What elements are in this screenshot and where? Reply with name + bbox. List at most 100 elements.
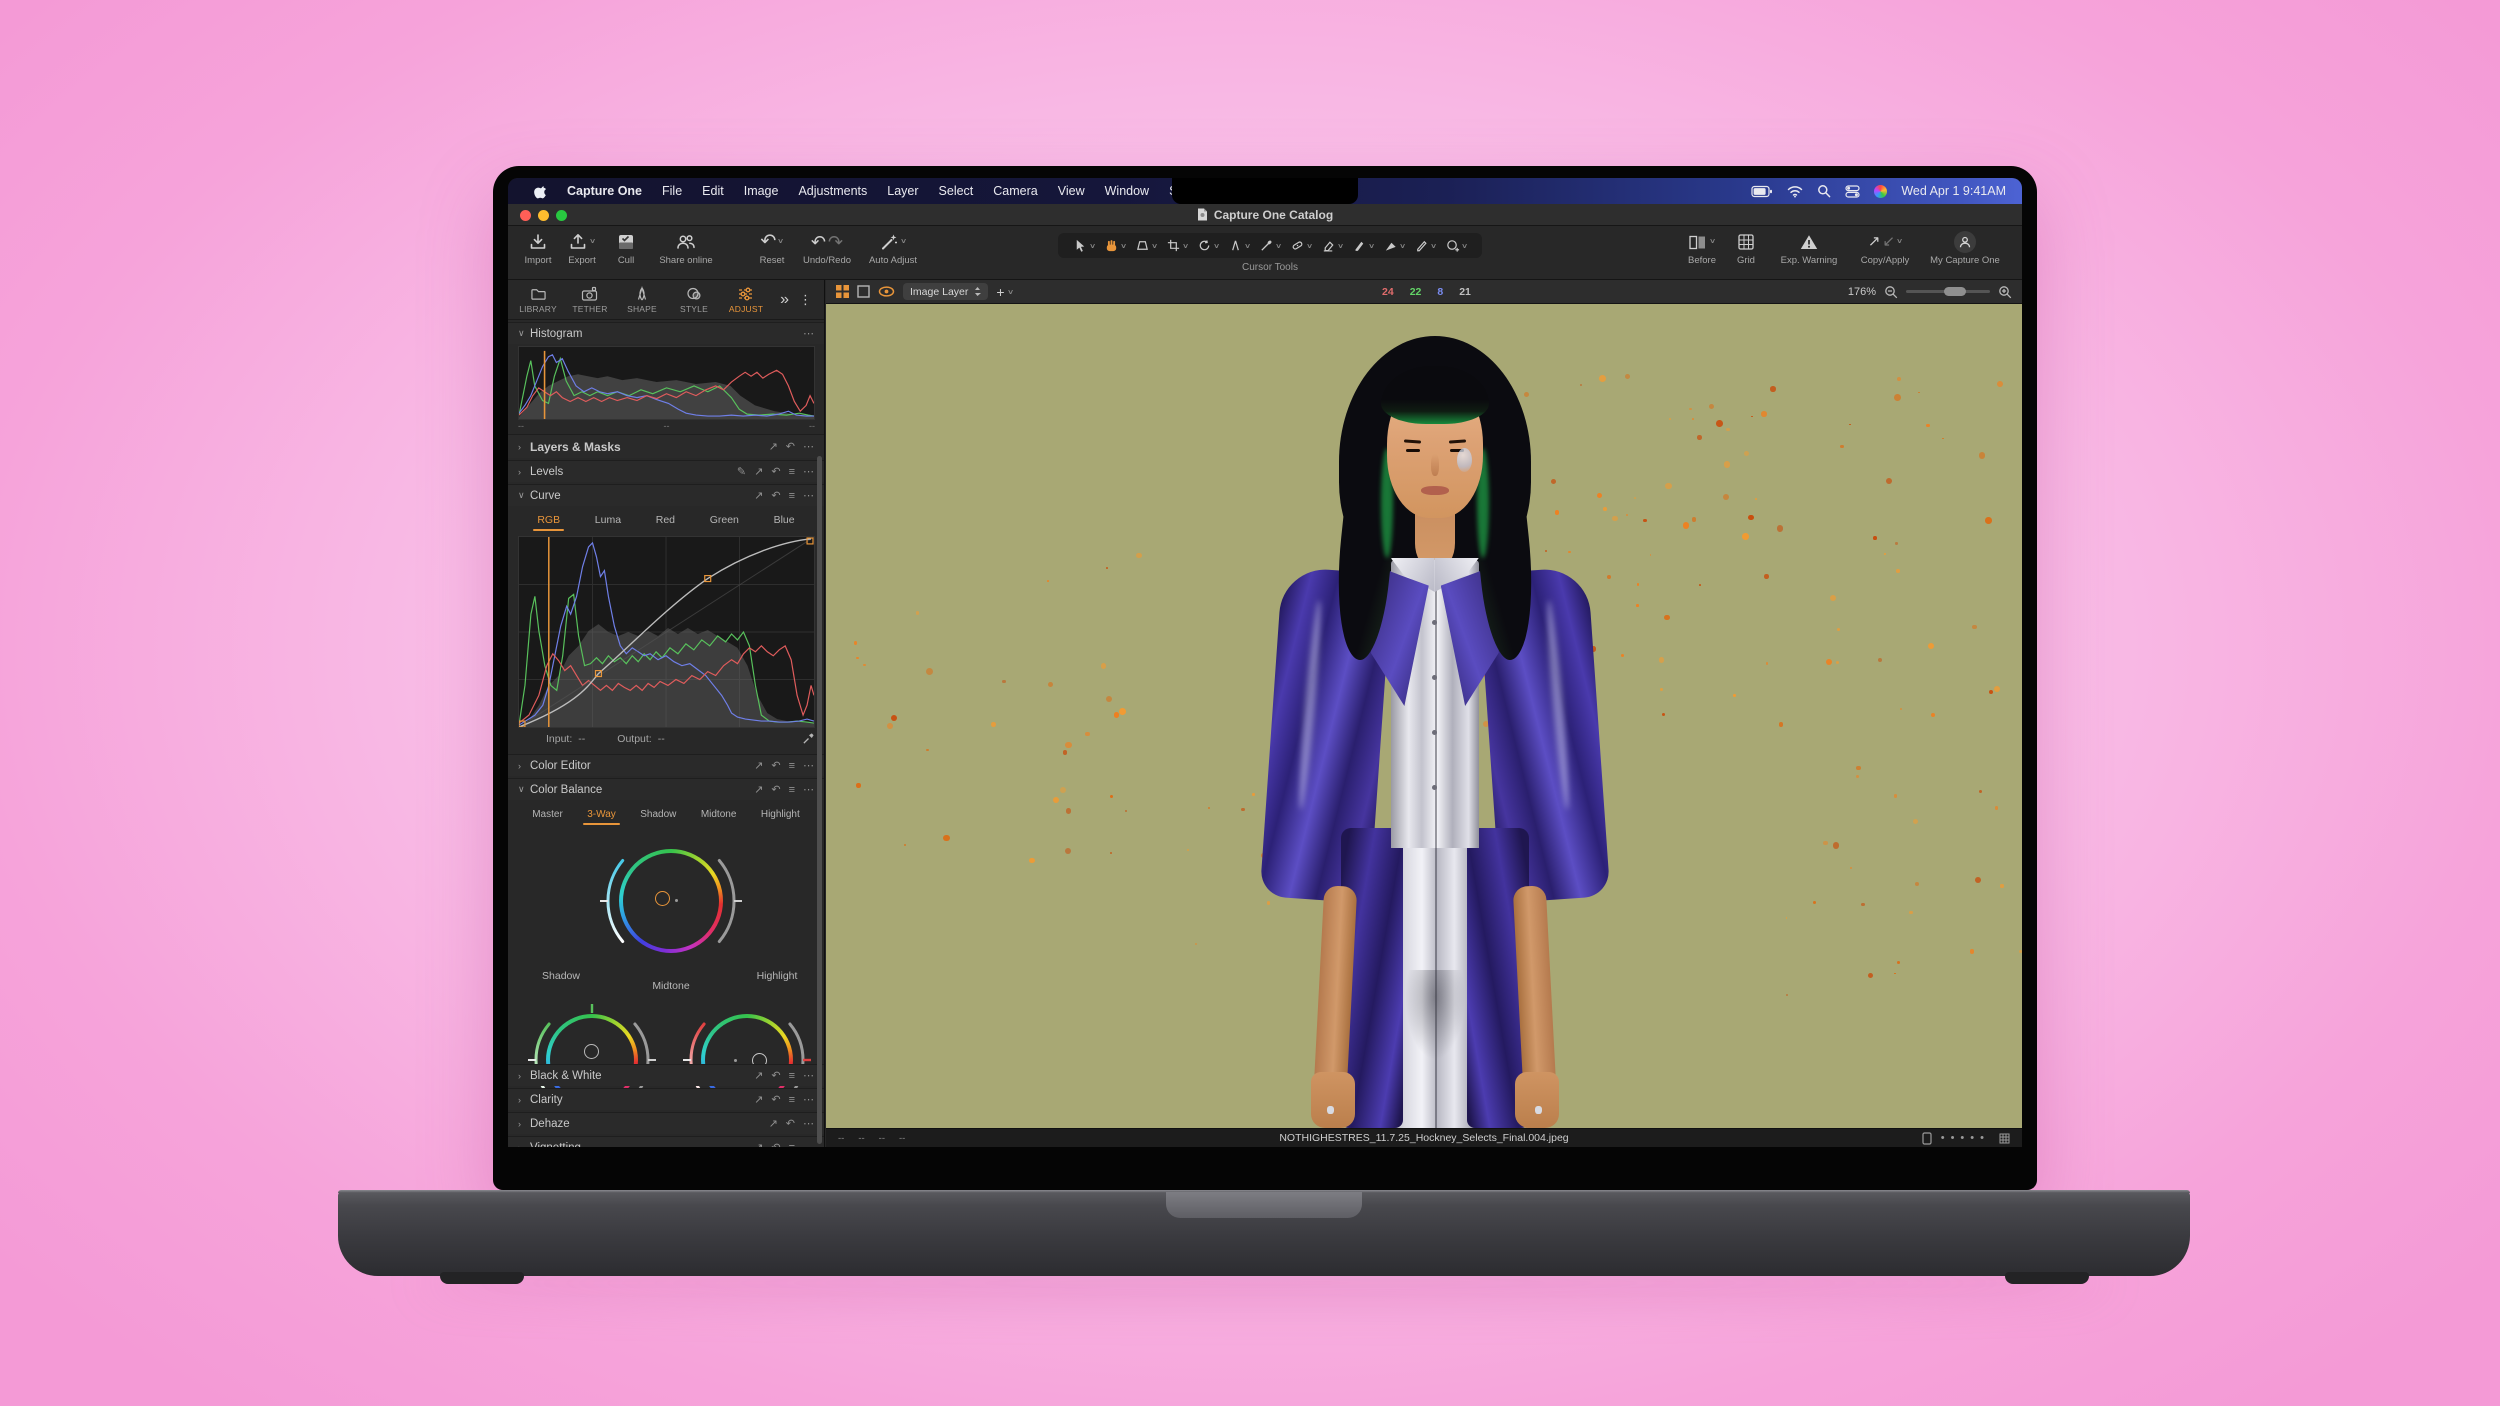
panel-header-levels[interactable]: › Levels ✎↗↶≡⋯ [508, 460, 824, 482]
more-icon[interactable]: ⋯ [803, 327, 814, 340]
tab-shape[interactable]: SHAPE [616, 285, 668, 314]
zoom-out-icon[interactable] [1884, 285, 1898, 299]
layer-dropdown[interactable]: Image Layer [903, 283, 988, 300]
curve-tab-blue[interactable]: Blue [770, 512, 799, 528]
presets-icon[interactable]: ≡ [789, 466, 795, 478]
sidebar-scrollbar[interactable] [817, 456, 822, 1144]
reset-panel-icon[interactable]: ↶ [771, 465, 780, 478]
close-button[interactable] [520, 210, 531, 221]
reset-button[interactable]: ↶∨ Reset [752, 231, 792, 266]
single-view-icon[interactable] [857, 285, 870, 298]
cb-tab-midtone[interactable]: Midtone [697, 807, 741, 822]
menu-layer[interactable]: Layer [877, 184, 928, 198]
fill-mask-tool[interactable]: ∨ [1383, 238, 1405, 253]
linear-gradient-tool[interactable]: ∨ [1414, 238, 1436, 253]
curve-tab-luma[interactable]: Luma [591, 512, 625, 528]
curve-tab-rgb[interactable]: RGB [533, 512, 564, 528]
copy-adjustments-icon[interactable]: ↗ [754, 783, 763, 796]
share-online-button[interactable]: Share online [650, 231, 722, 266]
export-button[interactable]: ∨ Export [562, 231, 602, 266]
more-tabs-icon[interactable]: ⋮ [799, 292, 812, 308]
draw-mask-tool[interactable]: ∨ [1352, 238, 1374, 253]
panel-header-clarity[interactable]: › Clarity ↗↶≡⋯ [508, 1088, 824, 1110]
more-icon[interactable]: ⋯ [803, 489, 814, 502]
exposure-warning-button[interactable]: Exp. Warning [1770, 231, 1848, 266]
more-icon[interactable]: ⋯ [803, 440, 814, 453]
import-button[interactable]: Import [518, 231, 558, 266]
more-icon[interactable]: ⋯ [803, 465, 814, 478]
tab-adjust[interactable]: ADJUST [720, 285, 772, 314]
panel-header-color-editor[interactable]: › Color Editor ↗↶≡⋯ [508, 754, 824, 776]
grid-button[interactable]: Grid [1726, 231, 1766, 266]
rating-dots[interactable]: ••••• [1941, 1132, 1990, 1144]
copy-adjustments-icon[interactable]: ↗ [754, 759, 763, 772]
auto-adjust-button[interactable]: ∨ Auto Adjust [862, 231, 924, 266]
cb-tab-3way[interactable]: 3-Way [583, 807, 620, 822]
menu-select[interactable]: Select [929, 184, 984, 198]
heal-tool[interactable]: ∨ [1290, 238, 1312, 253]
panel-header-color-balance[interactable]: ∨ Color Balance ↗↶≡⋯ [508, 778, 824, 800]
zoom-button[interactable] [556, 210, 567, 221]
control-center-icon[interactable] [1845, 185, 1860, 198]
more-icon[interactable]: ⋯ [803, 783, 814, 796]
expand-tabs-icon[interactable]: » [780, 291, 789, 309]
more-icon[interactable]: ⋯ [803, 759, 814, 772]
reset-panel-icon[interactable]: ↶ [771, 1141, 780, 1147]
midtone-color-wheel[interactable] [596, 826, 746, 976]
copy-adjustments-icon[interactable]: ↗ [754, 489, 763, 502]
menubar-clock[interactable]: Wed Apr 1 9:41AM [1901, 184, 2006, 198]
tab-style[interactable]: STYLE [668, 285, 720, 314]
copy-apply-button[interactable]: ↗↙∨ Copy/Apply [1852, 231, 1918, 266]
cull-button[interactable]: Cull [606, 231, 646, 266]
panel-header-curve[interactable]: ∨ Curve ↗↶≡⋯ [508, 484, 824, 506]
menubar-app-name[interactable]: Capture One [557, 184, 652, 198]
cb-tab-shadow[interactable]: Shadow [636, 807, 680, 822]
menu-image[interactable]: Image [734, 184, 789, 198]
tab-library[interactable]: LIBRARY [512, 285, 564, 314]
multi-view-icon[interactable] [836, 285, 849, 298]
curve-graph[interactable] [518, 536, 815, 728]
curve-tab-green[interactable]: Green [706, 512, 743, 528]
menu-camera[interactable]: Camera [983, 184, 1047, 198]
copy-adjustments-icon[interactable]: ↗ [754, 1141, 763, 1147]
shadow-wheel-selector[interactable] [584, 1044, 599, 1059]
curve-tab-red[interactable]: Red [652, 512, 679, 528]
reset-panel-icon[interactable]: ↶ [771, 1093, 780, 1106]
presets-icon[interactable]: ≡ [789, 760, 795, 772]
panel-header-dehaze[interactable]: › Dehaze ↗↶⋯ [508, 1112, 824, 1134]
crop-tool[interactable]: ∨ [1166, 238, 1188, 253]
copy-adjustments-icon[interactable]: ↗ [769, 440, 778, 453]
add-layer-button[interactable]: +∨ [996, 284, 1012, 300]
menu-adjustments[interactable]: Adjustments [788, 184, 877, 198]
wifi-icon[interactable] [1787, 185, 1803, 198]
cb-tab-highlight[interactable]: Highlight [757, 807, 804, 822]
zoom-slider-handle[interactable] [1944, 287, 1966, 296]
menu-file[interactable]: File [652, 184, 692, 198]
spotlight-search-icon[interactable] [1817, 184, 1831, 198]
viewer-image[interactable] [826, 304, 2022, 1128]
copy-adjustments-icon[interactable]: ↗ [769, 1117, 778, 1130]
curve-picker-icon[interactable] [802, 732, 815, 745]
copy-adjustments-icon[interactable]: ↗ [754, 1093, 763, 1106]
reset-panel-icon[interactable]: ↶ [771, 489, 780, 502]
reset-panel-icon[interactable]: ↶ [771, 759, 780, 772]
proof-margin-icon[interactable] [1922, 1132, 1932, 1145]
more-icon[interactable]: ⋯ [803, 1069, 814, 1082]
brush-tool[interactable]: ∨ [1259, 238, 1281, 253]
panel-header-histogram[interactable]: ∨ Histogram ⋯ [508, 322, 824, 344]
panel-header-bw[interactable]: › Black & White ↗↶≡⋯ [508, 1064, 824, 1086]
reset-panel-icon[interactable]: ↶ [786, 1117, 795, 1130]
thumb-grid-icon[interactable] [1999, 1133, 2010, 1144]
pick-icon[interactable]: ✎ [737, 465, 746, 478]
more-icon[interactable]: ⋯ [803, 1141, 814, 1147]
menu-window[interactable]: Window [1095, 184, 1159, 198]
copy-adjustments-icon[interactable]: ↗ [754, 465, 763, 478]
presets-icon[interactable]: ≡ [789, 784, 795, 796]
cb-tab-master[interactable]: Master [528, 807, 567, 822]
before-button[interactable]: ∨ Before [1682, 231, 1722, 266]
keystone-tool[interactable]: ∨ [1135, 238, 1157, 253]
pan-tool[interactable]: ∨ [1104, 238, 1126, 253]
copy-adjustments-icon[interactable]: ↗ [754, 1069, 763, 1082]
presets-icon[interactable]: ≡ [789, 1094, 795, 1106]
straighten-tool[interactable]: ∨ [1228, 238, 1250, 253]
